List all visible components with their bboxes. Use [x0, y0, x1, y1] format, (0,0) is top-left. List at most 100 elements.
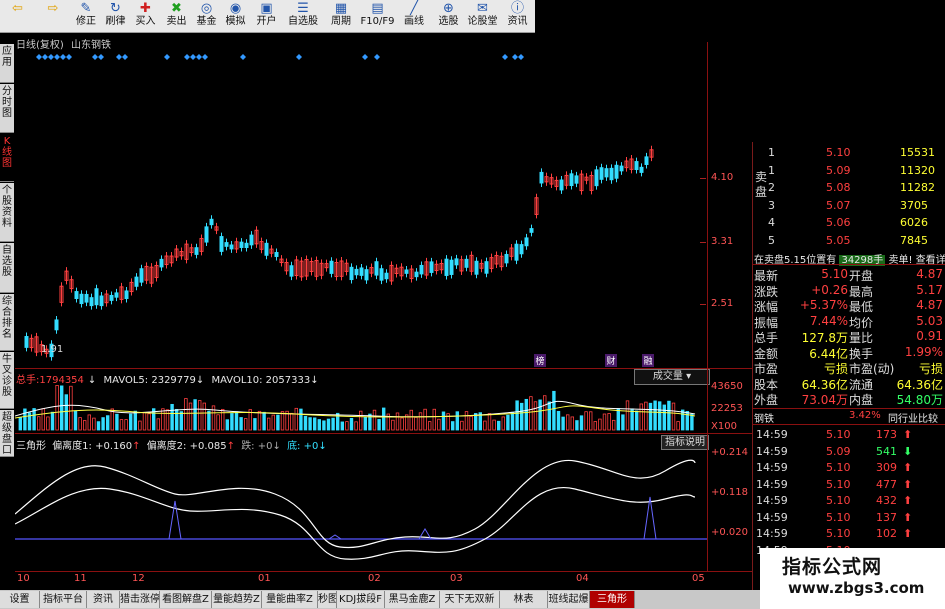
bottom-tab[interactable]: 看图解盘Z — [160, 591, 212, 608]
volume-bar — [18, 416, 22, 431]
date-tick-label: 03 — [450, 573, 463, 584]
toolbar-button-11[interactable]: ▦ 周期 — [323, 1, 359, 31]
toolbar-button-label: 自选股 — [288, 16, 318, 27]
candle-body — [114, 292, 119, 298]
left-tab[interactable]: 牛叉诊股 — [0, 352, 14, 409]
bottom-tab[interactable]: 猎击涨停 — [120, 591, 160, 608]
signal-diamond-icon — [502, 54, 508, 60]
bottom-tab[interactable]: 量能趋势Z — [212, 591, 262, 608]
left-tab[interactable]: 超级盘口 — [0, 410, 14, 457]
volume-bar — [644, 401, 648, 431]
bottom-tab[interactable]: 黑马金鹿Z — [385, 591, 440, 608]
candlestick-chart[interactable] — [15, 42, 707, 368]
order-level: 2 — [768, 181, 775, 194]
bottom-tab[interactable]: 林表 — [500, 591, 548, 608]
sector-compare-link[interactable]: 同行业比较 — [888, 410, 938, 425]
candle-body — [414, 271, 419, 278]
bottom-tab[interactable]: KDJ拔段F — [337, 591, 385, 608]
toolbar-button-7[interactable]: ◎ 基金 — [192, 1, 221, 31]
buy-icon: ✚ — [140, 1, 151, 16]
left-tab[interactable]: 自选股 — [0, 243, 14, 293]
order-price[interactable]: 5.10 — [826, 146, 851, 159]
volume-bar — [92, 417, 96, 431]
bottom-tab[interactable]: 秒图买点 — [318, 591, 337, 608]
volume-bar — [575, 420, 579, 431]
toolbar-button-14[interactable]: ⊕ 选股 — [432, 1, 465, 31]
toolbar-button-label: 基金 — [196, 16, 217, 27]
toolbar-button-9[interactable]: ▣ 开户 — [250, 1, 283, 31]
bottom-tab[interactable]: 量能曲率Z — [262, 591, 318, 608]
bottom-tab[interactable]: 三角形 — [590, 591, 635, 608]
event-marker[interactable]: 融 — [642, 354, 654, 367]
quote-value: 54.80万 — [896, 393, 943, 407]
left-tab[interactable]: 分时图 — [0, 84, 14, 133]
left-tab[interactable]: K线图 — [0, 134, 14, 182]
order-volume: 11320 — [900, 163, 935, 177]
order-price[interactable]: 5.08 — [826, 181, 851, 194]
volume-bar — [64, 394, 68, 431]
candle-body — [239, 241, 244, 248]
bottom-tab[interactable]: 天下无双新 — [440, 591, 500, 608]
quote-label: 股本 — [754, 377, 779, 392]
candle-body — [249, 234, 254, 246]
volume-bar — [469, 415, 473, 431]
order-volume: 7845 — [900, 233, 928, 247]
bottom-tab[interactable]: 设置 — [0, 591, 40, 608]
candle-body — [109, 294, 114, 301]
volume-bar — [662, 404, 666, 431]
volume-bar — [676, 421, 680, 431]
volume-bar — [589, 411, 593, 431]
volume-bar — [648, 402, 653, 431]
volume-indicator-select[interactable]: 成交量 ▾ — [634, 369, 710, 385]
bottom-tab[interactable]: 资讯 — [87, 591, 120, 608]
quote-value: 4.87 — [916, 298, 943, 312]
toolbar-button-15[interactable]: ✉ 论股堂 — [465, 1, 500, 31]
left-tab[interactable]: 个股资料 — [0, 183, 14, 242]
left-tab-label: 综合排名 — [2, 296, 12, 340]
volume-bar — [538, 399, 542, 431]
order-price[interactable]: 5.05 — [826, 234, 851, 247]
toolbar-button-13[interactable]: ╱ 画线 — [396, 1, 432, 31]
toolbar-button-5[interactable]: ✚ 买入 — [130, 1, 161, 31]
toolbar-button-1[interactable]: ⇦ — [0, 1, 35, 31]
left-tab-label: K线图 — [2, 136, 12, 169]
divider — [752, 408, 945, 409]
toolbar-button-2[interactable]: ⇨ — [35, 1, 71, 31]
candle-body — [444, 258, 449, 276]
volume-chart[interactable] — [15, 384, 707, 432]
event-marker[interactable]: 财 — [605, 354, 617, 367]
toolbar-button-16[interactable]: ⓘ 资讯 — [500, 1, 535, 31]
volume-bar — [423, 408, 427, 431]
event-marker[interactable]: 榜 — [534, 354, 546, 367]
toolbar-button-6[interactable]: ✖ 卖出 — [161, 1, 192, 31]
volume-bar — [276, 414, 280, 431]
triangle-indicator-chart[interactable] — [15, 449, 707, 569]
candle-body — [84, 293, 89, 303]
volume-bar — [671, 402, 676, 431]
order-price[interactable]: 5.06 — [826, 216, 851, 229]
left-tab[interactable]: 应用 — [0, 44, 14, 83]
toolbar-button-10[interactable]: ☰ 自选股 — [283, 1, 323, 31]
toolbar-button-4[interactable]: ↻ 刷律 — [101, 1, 130, 31]
volume-bar — [96, 421, 101, 431]
toolbar-button-12[interactable]: ▤ F10/F9 — [359, 1, 396, 31]
volume-bar — [234, 411, 239, 431]
edit-icon: ✎ — [80, 1, 92, 16]
back-arrow-icon: ⇦ — [12, 1, 23, 16]
signal-diamond-icon — [184, 54, 190, 60]
bottom-tab[interactable]: 班线起爆 — [548, 591, 590, 608]
left-tab[interactable]: 综合排名 — [0, 294, 14, 351]
quote-value: 127.8万 — [801, 331, 848, 345]
volume-bar — [345, 421, 349, 431]
toolbar-button-3[interactable]: ✎ 修正 — [71, 1, 101, 31]
volume-bar — [299, 408, 303, 431]
volume-bar — [179, 411, 183, 431]
tick-price: 5.10 — [826, 510, 851, 524]
order-price[interactable]: 5.09 — [826, 164, 851, 177]
candle-body — [349, 266, 354, 281]
indicator-help-button[interactable]: 指标说明 — [661, 435, 709, 450]
bottom-tab[interactable]: 指标平台 — [40, 591, 87, 608]
toolbar-button-8[interactable]: ◉ 模拟 — [221, 1, 250, 31]
order-price[interactable]: 5.07 — [826, 199, 851, 212]
candle-body — [454, 258, 459, 266]
